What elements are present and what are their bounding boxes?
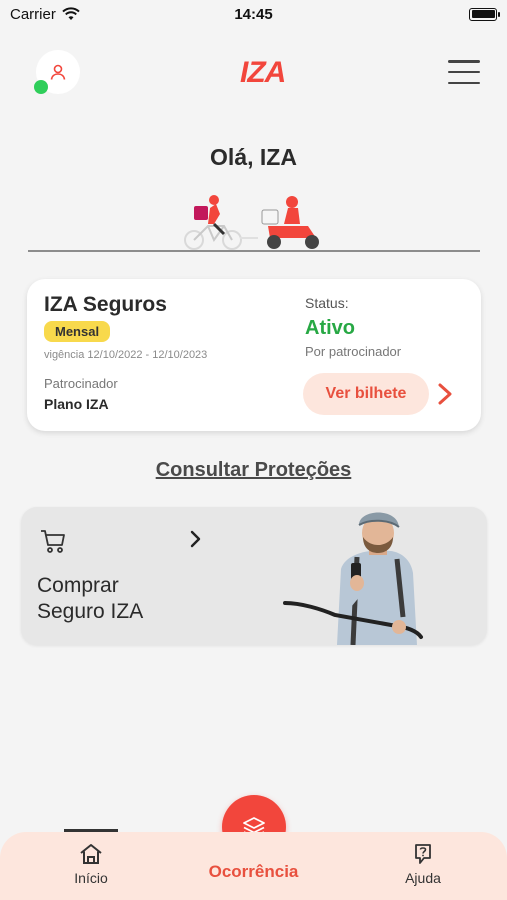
app-logo: IZA [240, 56, 286, 89]
insurance-title: IZA Seguros [44, 293, 167, 316]
clock: 14:45 [234, 5, 273, 23]
sponsor-label: Patrocinador [44, 376, 118, 391]
cyclist-photo [283, 512, 423, 645]
battery-icon [469, 7, 500, 21]
user-icon [50, 64, 66, 80]
carrier-label: Carrier [10, 5, 56, 23]
consult-protections-link[interactable]: Consultar Proteções [0, 459, 507, 482]
chevron-right-icon[interactable] [435, 382, 455, 406]
status-value: Ativo [305, 317, 355, 339]
greeting: Olá, IZA [210, 144, 297, 170]
buy-insurance-card[interactable]: Comprar Seguro IZA [21, 507, 487, 645]
help-icon [415, 844, 431, 864]
status-left: Carrier [10, 6, 80, 23]
chevron-right-icon [190, 530, 201, 548]
status-bar: Carrier 14:45 [0, 0, 507, 28]
nav-label-home: Início [74, 870, 108, 886]
plan-badge: Mensal [44, 321, 111, 342]
ground-line [28, 250, 480, 252]
header: IZA [0, 48, 507, 100]
wifi-icon [62, 7, 80, 20]
view-ticket-button[interactable]: Ver bilhete [303, 373, 429, 415]
nav-item-occurrence[interactable]: Ocorrência [185, 862, 322, 882]
nav-item-home[interactable]: Início [51, 842, 131, 886]
nav-active-indicator [64, 829, 118, 832]
menu-icon[interactable] [448, 60, 480, 84]
delivery-illustration [184, 195, 319, 250]
home-icon [80, 844, 102, 864]
status-sub: Por patrocinador [305, 344, 402, 359]
nav-item-help[interactable]: Ajuda [383, 842, 463, 886]
cart-icon [41, 530, 65, 553]
status-label: Status: [305, 295, 349, 311]
bottom-nav: Início Ocorrência Ajuda [0, 829, 507, 900]
sponsor-value: Plano IZA [44, 396, 109, 412]
insurance-card: IZA Seguros Mensal vigência 12/10/2022 -… [27, 279, 481, 431]
online-status-dot [34, 80, 48, 94]
buy-insurance-title: Comprar Seguro IZA [37, 574, 144, 623]
nav-label-help: Ajuda [405, 870, 441, 886]
validity-period: vigência 12/10/2022 - 12/10/2023 [44, 349, 208, 361]
